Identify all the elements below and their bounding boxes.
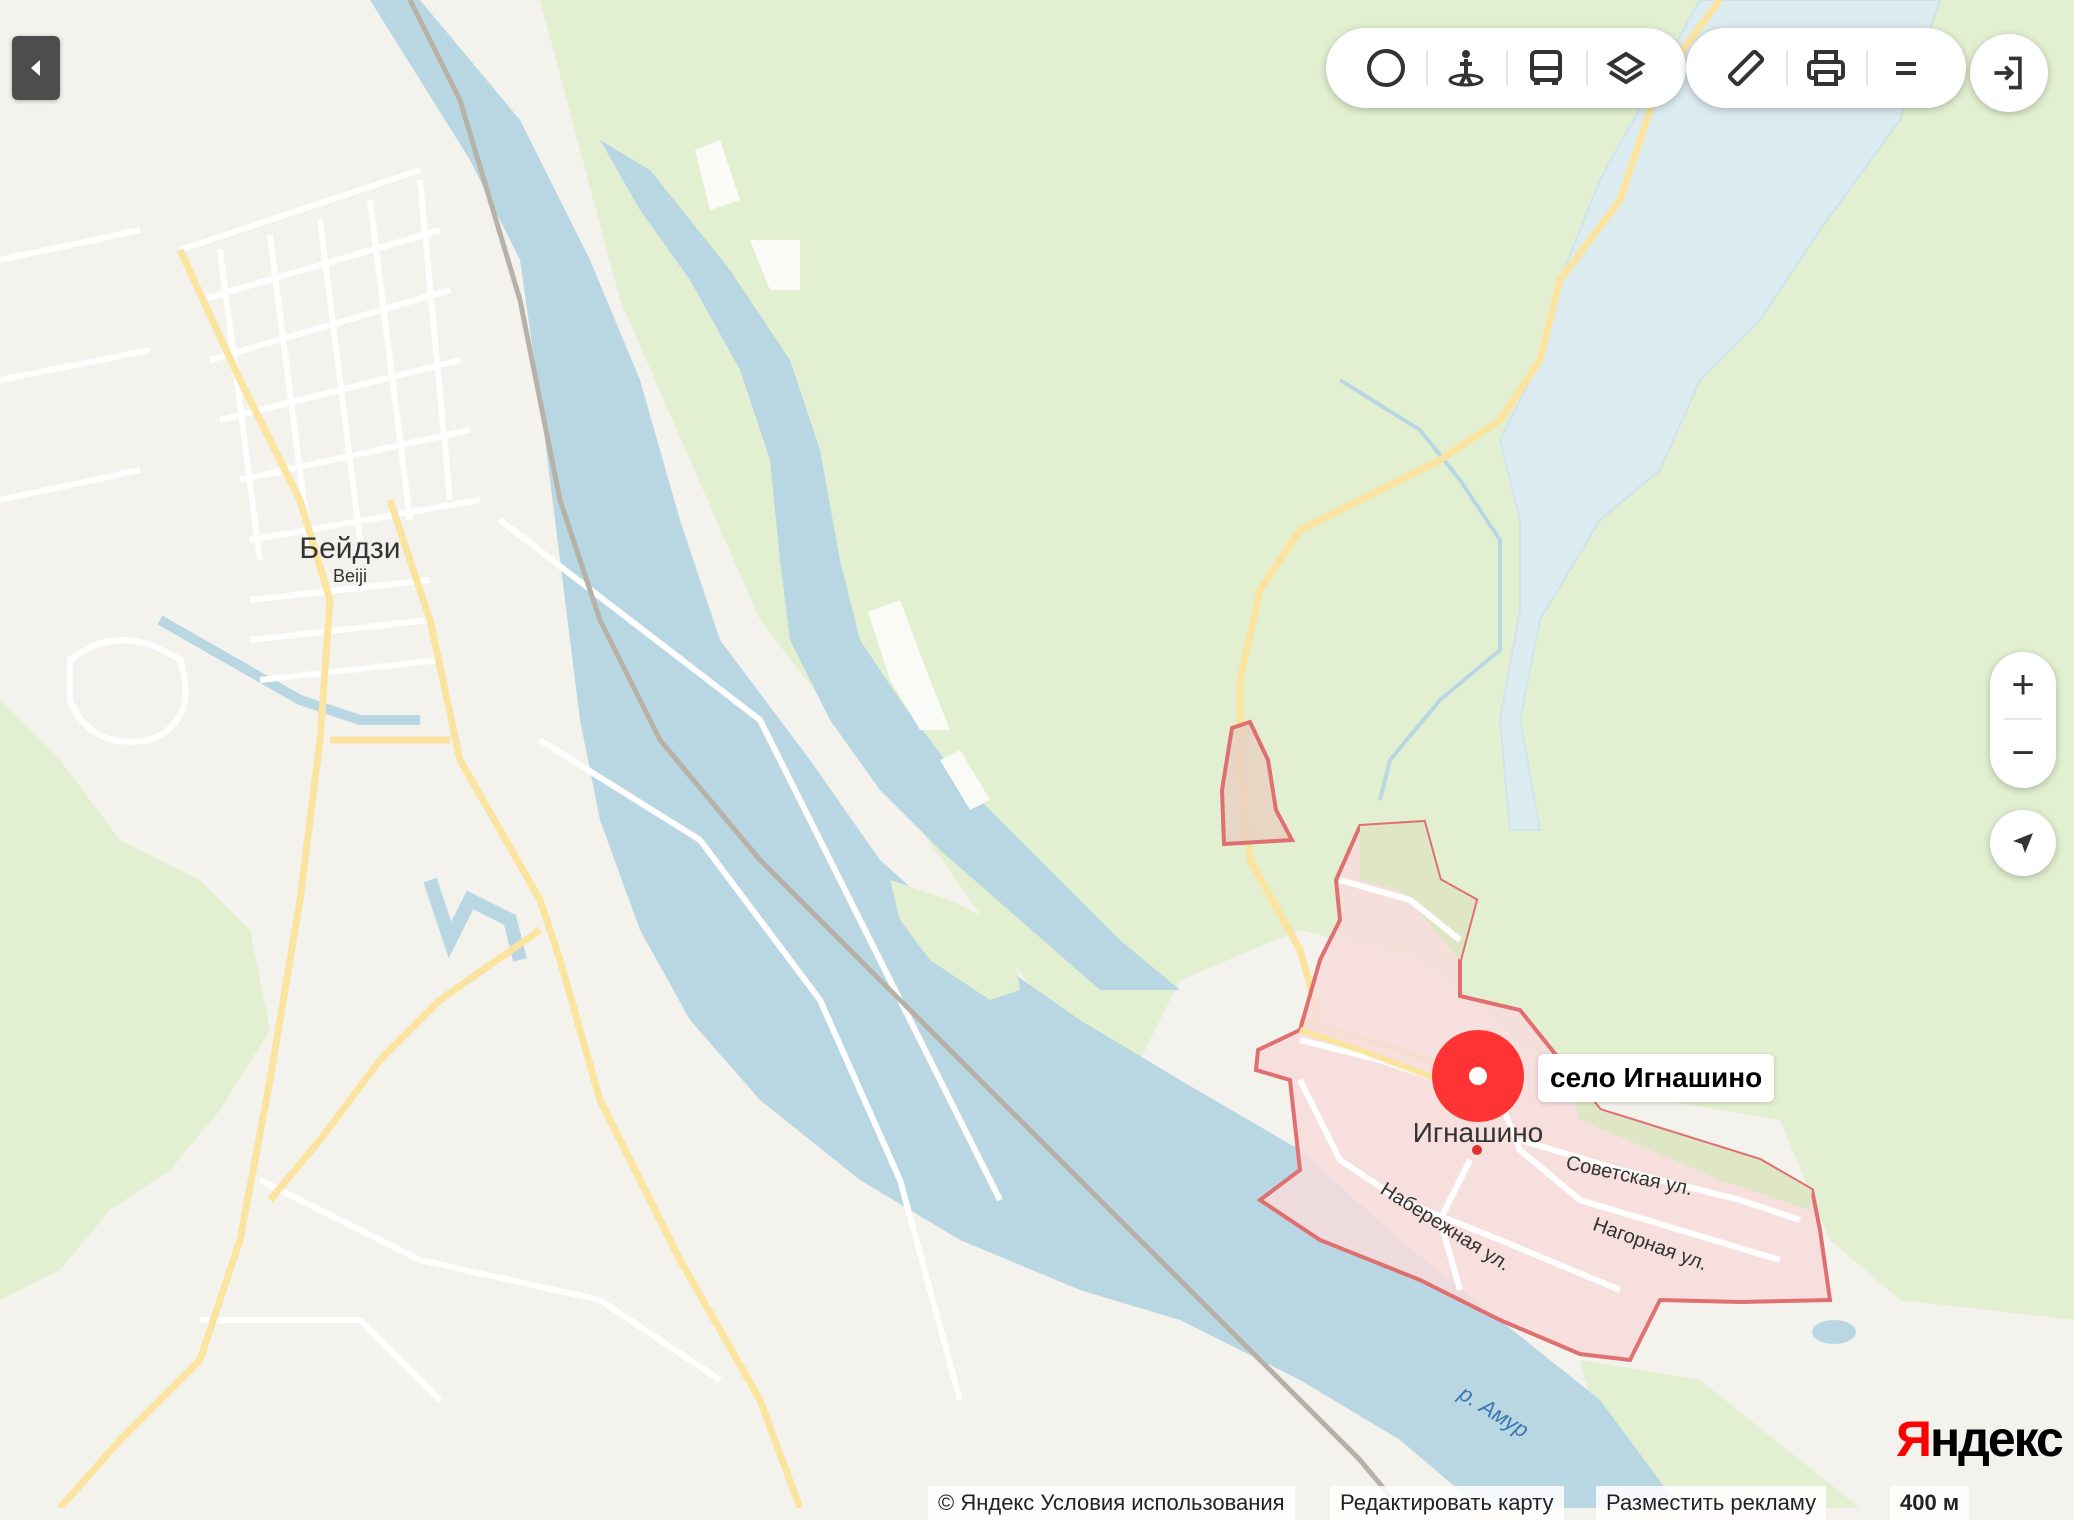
map-canvas[interactable]: Бейдзи Beiji Игнашино Советская ул. Набе…: [0, 0, 2074, 1508]
copyright-link[interactable]: © Яндекс Условия использования: [928, 1486, 1295, 1520]
panorama-button[interactable]: [1426, 28, 1506, 108]
logo-text: ндекс: [1929, 1411, 2064, 1467]
menu-icon: [1896, 62, 1916, 75]
bus-icon: [1530, 50, 1562, 85]
print-button[interactable]: [1786, 28, 1866, 108]
edit-map-link[interactable]: Редактировать карту: [1330, 1486, 1564, 1520]
menu-button[interactable]: [1866, 28, 1946, 108]
zoom-out-button[interactable]: −: [1990, 720, 2056, 786]
triangle-left-icon: [31, 60, 40, 76]
login-icon: [1994, 56, 2022, 90]
layers-icon: [1606, 51, 1646, 85]
ruler-button[interactable]: [1706, 28, 1786, 108]
village-center-dot: [1472, 1145, 1482, 1155]
ruler-icon: [1727, 49, 1765, 87]
logo-letter: Я: [1896, 1411, 1932, 1467]
geolocation-button[interactable]: [1990, 810, 2056, 876]
city-label-beidzi: Бейдзи: [299, 532, 400, 565]
city-label-beiji: Beiji: [333, 566, 367, 586]
traffic-icon: [1367, 49, 1405, 87]
panorama-icon: [1448, 50, 1484, 87]
pin-label[interactable]: село Игнашино: [1538, 1054, 1775, 1102]
yandex-logo[interactable]: Яндекс: [1896, 1410, 2064, 1468]
location-pin[interactable]: [1432, 1030, 1524, 1122]
layers-button[interactable]: [1586, 28, 1666, 108]
scale-bar: 400 м: [1890, 1486, 1970, 1520]
zoom-control: + −: [1990, 652, 2056, 788]
transport-button[interactable]: [1506, 28, 1586, 108]
collapse-panel-button[interactable]: [12, 36, 60, 100]
login-button[interactable]: [1970, 34, 2048, 112]
map-layers-toolbar: [1326, 28, 1686, 108]
map-tools-toolbar: [1686, 28, 1966, 108]
ads-link[interactable]: Разместить рекламу: [1596, 1486, 1827, 1520]
navigation-arrow-icon: [2013, 833, 2033, 853]
traffic-button[interactable]: [1346, 28, 1426, 108]
print-icon: [1807, 50, 1845, 86]
pond: [1812, 1320, 1856, 1344]
zoom-in-button[interactable]: +: [1990, 652, 2056, 718]
